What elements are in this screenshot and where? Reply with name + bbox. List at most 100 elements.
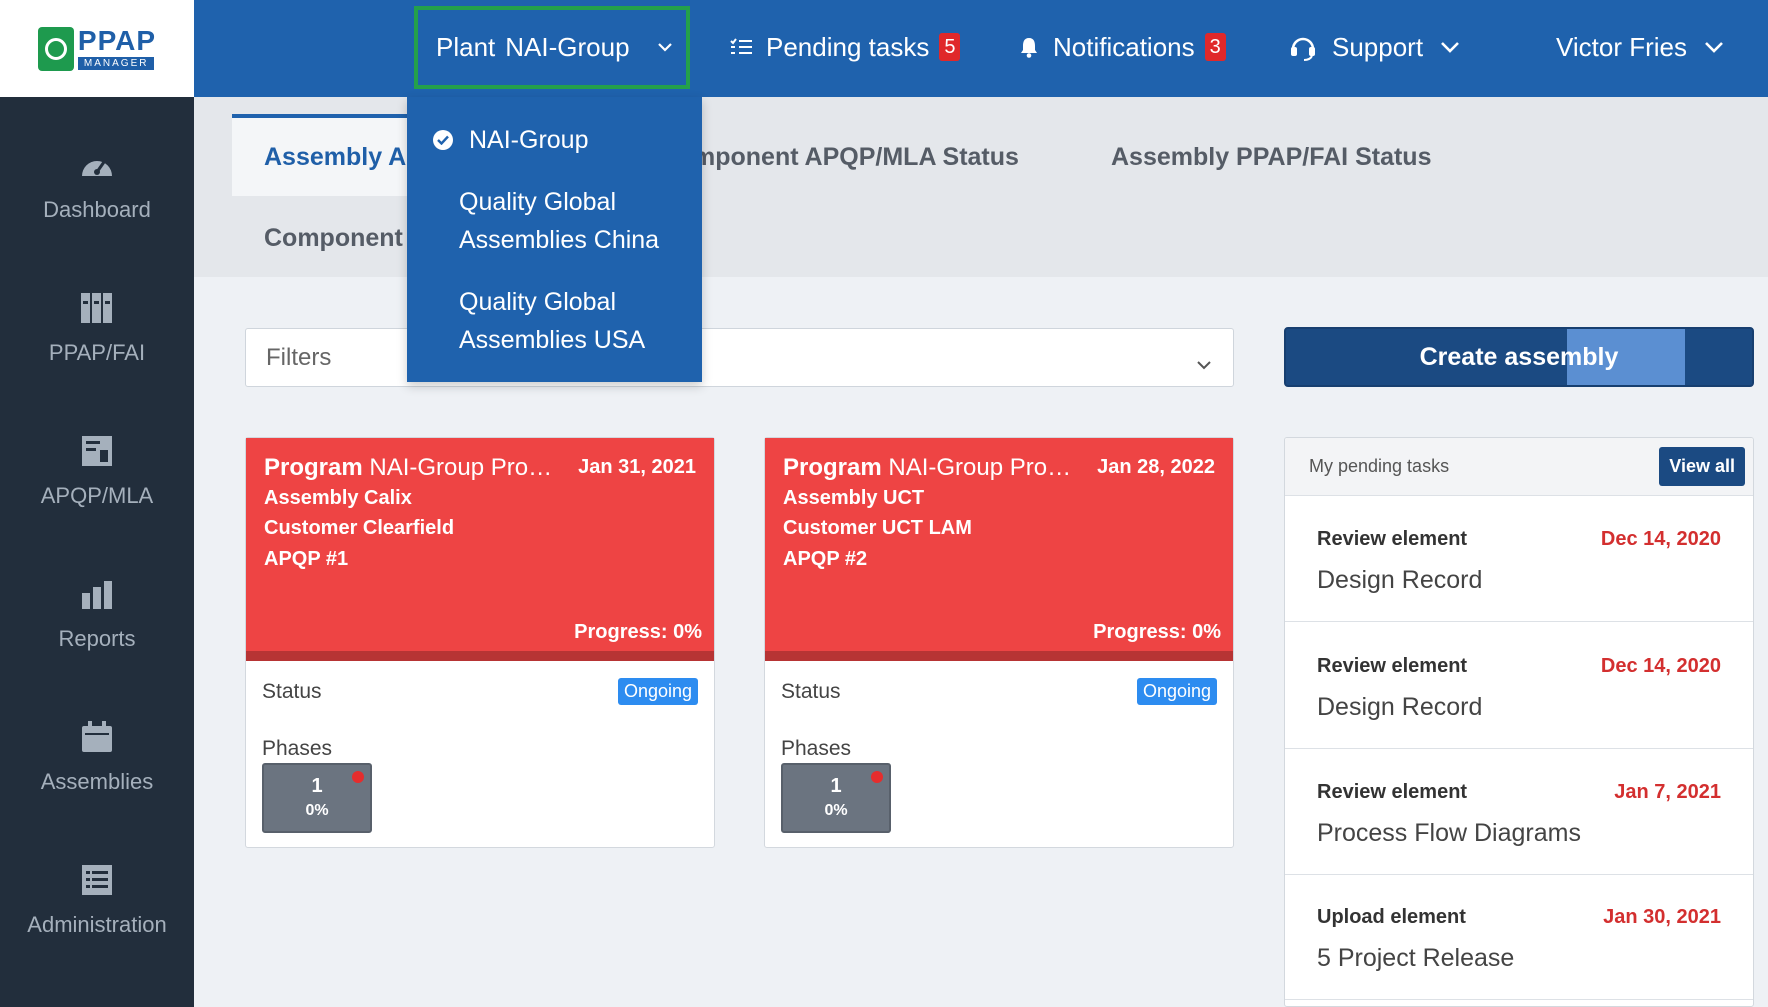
sidebar: PPAP MANAGER Dashboard PPAP/FAI APQP/MLA… (0, 0, 194, 1007)
logo-title: PPAP (77, 25, 157, 56)
card-header: Program NAI-Group Pro… Jan 28, 2022 Asse… (765, 438, 1233, 661)
bell-icon (1019, 36, 1039, 58)
phase-tile[interactable]: 1 0% (781, 763, 891, 833)
sidebar-item-administration[interactable]: Administration (0, 835, 194, 965)
task-date: Jan 7, 2021 (1614, 781, 1721, 803)
task-action: Review element (1317, 655, 1468, 677)
task-item[interactable]: Upload element Jan 30, 2021 5 Project Re… (1285, 874, 1753, 1000)
sidebar-item-assemblies[interactable]: Assemblies (0, 692, 194, 822)
status-badge: Ongoing (617, 678, 698, 705)
sidebar-item-label: Administration (27, 912, 167, 937)
notifications-label: Notifications (1053, 31, 1195, 62)
top-navigation-bar: Plant NAI-Group Pending tasks 5 Notifica… (194, 0, 1768, 97)
task-list-icon (730, 38, 752, 56)
support-menu[interactable]: Support (1288, 0, 1459, 94)
chevron-down-icon (1197, 349, 1211, 377)
app-logo[interactable]: PPAP MANAGER (0, 0, 194, 97)
task-action: Upload element (1317, 906, 1466, 928)
sidebar-item-dashboard[interactable]: Dashboard (0, 120, 194, 250)
chevron-down-icon (1441, 41, 1459, 53)
create-assembly-label: Create assembly (1419, 342, 1619, 371)
calendar-icon (79, 719, 115, 755)
phase-tile[interactable]: 1 0% (262, 763, 372, 833)
plant-option-assemblies-usa[interactable]: Quality Global Assemblies USA (459, 283, 645, 359)
logo-mark-icon (37, 26, 74, 71)
card-date: Jan 31, 2021 (578, 456, 696, 478)
plant-dropdown-menu: NAI-Group Quality Global Assemblies Chin… (407, 97, 702, 382)
assembly-card[interactable]: Program NAI-Group Pro… Jan 28, 2022 Asse… (764, 437, 1234, 848)
sidebar-item-apqp-mla[interactable]: APQP/MLA (0, 406, 194, 536)
pending-tasks-panel: My pending tasks View all Review element… (1284, 437, 1754, 1007)
card-header: Program NAI-Group Pro… Jan 31, 2021 Asse… (246, 438, 714, 661)
pending-tasks-menu[interactable]: Pending tasks 5 (730, 0, 961, 94)
logo-subtitle: MANAGER (77, 57, 155, 70)
card-assembly: Assembly UCT (783, 487, 925, 509)
tab-assembly-apqp[interactable]: Assembly A (232, 114, 412, 196)
tab-component-ppap[interactable]: Component (264, 224, 403, 253)
plant-value: NAI-Group (505, 32, 630, 62)
task-action: Review element (1317, 781, 1468, 803)
sidebar-item-label: Assemblies (40, 769, 154, 794)
create-assembly-button[interactable]: Create assembly (1284, 327, 1754, 387)
plant-option-nai-group[interactable]: NAI-Group (469, 121, 588, 159)
task-item[interactable]: Review element Dec 14, 2020 Design Recor… (1285, 496, 1753, 622)
phase-alert-dot (352, 771, 364, 783)
card-date: Jan 28, 2022 (1097, 456, 1215, 478)
card-customer: Customer UCT LAM (783, 517, 972, 539)
task-date: Dec 14, 2020 (1600, 655, 1721, 677)
task-element: 5 Project Release (1317, 944, 1515, 972)
document-chart-icon (79, 433, 115, 469)
phase-percent: 0% (824, 802, 848, 819)
binders-icon (79, 290, 115, 326)
notifications-menu[interactable]: Notifications 3 (1019, 0, 1226, 94)
task-action: Review element (1317, 528, 1468, 550)
assembly-card[interactable]: Program NAI-Group Pro… Jan 31, 2021 Asse… (245, 437, 715, 848)
sidebar-item-label: Dashboard (43, 197, 151, 222)
task-item[interactable]: Review element Jan 7, 2021 Process Flow … (1285, 749, 1753, 875)
program-title: Program NAI-Group Pro… (264, 454, 553, 481)
view-all-button[interactable]: View all (1659, 447, 1745, 486)
card-customer: Customer Clearfield (264, 517, 455, 539)
phase-alert-dot (871, 771, 883, 783)
sidebar-item-label: Reports (58, 626, 136, 651)
tab-component-apqp[interactable]: mponent APQP/MLA Status (693, 143, 1019, 172)
status-badge: Ongoing (1136, 678, 1217, 705)
pending-tasks-title: My pending tasks (1309, 456, 1450, 476)
tab-assembly-ppap[interactable]: Assembly PPAP/FAI Status (1111, 143, 1431, 172)
task-element: Process Flow Diagrams (1317, 819, 1581, 847)
card-progress: Progress: 0% (574, 621, 702, 643)
task-date: Dec 14, 2020 (1600, 528, 1721, 550)
user-name: Victor Fries (1556, 31, 1687, 62)
phases-label: Phases (781, 737, 852, 760)
card-apqp: APQP #2 (783, 548, 868, 570)
bar-chart-icon (79, 576, 115, 612)
phase-percent: 0% (305, 802, 329, 819)
task-element: Design Record (1317, 693, 1483, 721)
filters-label: Filters (266, 343, 332, 371)
list-icon (79, 862, 115, 898)
plant-option-assemblies-china[interactable]: Quality Global Assemblies China (459, 183, 659, 259)
plant-prefix: Plant (436, 32, 496, 62)
sidebar-item-label: PPAP/FAI (48, 340, 146, 365)
card-progress: Progress: 0% (1093, 621, 1221, 643)
chevron-down-icon (657, 43, 672, 52)
task-date: Jan 30, 2021 (1603, 906, 1721, 928)
filters-dropdown[interactable]: Filters (245, 328, 1234, 387)
support-label: Support (1332, 31, 1424, 62)
phases-label: Phases (262, 737, 333, 760)
status-label: Status (781, 680, 841, 703)
sidebar-item-ppap-fai[interactable]: PPAP/FAI (0, 263, 194, 393)
user-menu[interactable]: Victor Fries (1556, 0, 1723, 94)
dashboard-gauge-icon (79, 147, 115, 183)
task-item[interactable]: Review element Dec 14, 2020 Design Recor… (1285, 623, 1753, 749)
program-title: Program NAI-Group Pro… (783, 454, 1072, 481)
plant-selector[interactable]: Plant NAI-Group (414, 6, 690, 89)
task-element: Design Record (1317, 566, 1483, 594)
pending-tasks-label: Pending tasks (766, 31, 930, 62)
sidebar-item-label: APQP/MLA (40, 483, 154, 508)
sidebar-item-reports[interactable]: Reports (0, 549, 194, 679)
pending-tasks-count-badge: 5 (939, 33, 961, 61)
status-label: Status (262, 680, 322, 703)
notifications-count-badge: 3 (1204, 33, 1226, 61)
card-assembly: Assembly Calix (264, 487, 412, 509)
